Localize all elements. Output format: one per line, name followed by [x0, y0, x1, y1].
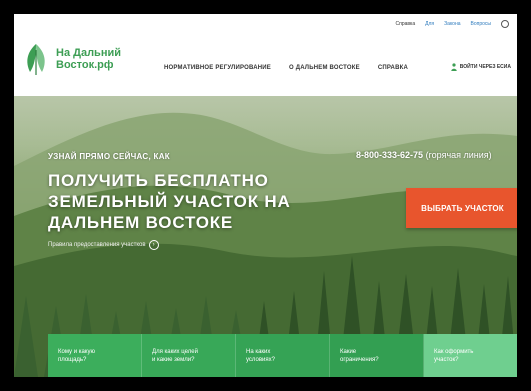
nav-item-regulation[interactable]: НОРМАТИВНОЕ РЕГУЛИРОВАНИЕ: [164, 65, 271, 71]
leaf-logo-icon: [27, 44, 45, 75]
utility-links: Справка Для Закона Вопросы: [396, 20, 509, 28]
utility-link-for[interactable]: Для: [425, 21, 434, 27]
logo-line-1: На Дальний: [56, 47, 121, 59]
login-label: ВОЙТИ ЧЕРЕЗ ЕСИА: [459, 64, 511, 70]
tab-label-line-1: Как оформить: [434, 349, 474, 355]
tab-label-line-2: ограничения?: [340, 357, 379, 363]
logo-text: На Дальний Восток.рф: [56, 47, 121, 71]
tab-label-line-2: условиях?: [246, 357, 275, 363]
main-nav: НОРМАТИВНОЕ РЕГУЛИРОВАНИЕ О ДАЛЬНЕМ ВОСТ…: [164, 65, 408, 71]
utility-link-law[interactable]: Закона: [444, 21, 460, 27]
tab-label-line-1: Для каких целей: [152, 349, 198, 355]
hero-subtitle-text: Правила предоставления участков: [48, 242, 146, 248]
info-tabs: Кому и какую площадь? Для каких целей и …: [48, 334, 517, 377]
hero-subtitle-link[interactable]: Правила предоставления участков ›: [48, 240, 159, 250]
info-icon: ›: [148, 240, 159, 250]
login-link[interactable]: ВОЙТИ ЧЕРЕЗ ЕСИА: [451, 63, 511, 71]
choose-plot-button[interactable]: ВЫБРАТЬ УЧАСТОК: [406, 188, 517, 228]
tab-label-line-1: На каких: [246, 349, 271, 355]
user-circle-icon[interactable]: [501, 20, 509, 28]
nav-item-about-far-east[interactable]: О ДАЛЬНЕМ ВОСТОКЕ: [289, 65, 360, 71]
phone-number: 8-800-333-62-75: [356, 150, 424, 160]
utility-link-help[interactable]: Справка: [396, 21, 416, 27]
tab-restrictions[interactable]: Какие ограничения?: [330, 334, 424, 377]
utility-bar: Справка Для Закона Вопросы: [14, 14, 517, 34]
screenshot-frame: Справка Для Закона Вопросы На Дальний Во…: [8, 8, 523, 383]
hero-banner: УЗНАЙ ПРЯМО СЕЙЧАС, КАК ПОЛУЧИТЬ БЕСПЛАТ…: [14, 96, 517, 377]
person-icon: [451, 63, 457, 71]
tab-label-line-2: площадь?: [58, 357, 87, 363]
hero-pre-title: УЗНАЙ ПРЯМО СЕЙЧАС, КАК: [48, 152, 170, 161]
nav-item-help[interactable]: СПРАВКА: [378, 65, 408, 71]
hotline-phone[interactable]: 8-800-333-62-75 (горячая линия): [356, 150, 492, 160]
tab-conditions[interactable]: На каких условиях?: [236, 334, 330, 377]
site-header: На Дальний Восток.рф НОРМАТИВНОЕ РЕГУЛИР…: [14, 34, 517, 96]
utility-link-questions[interactable]: Вопросы: [471, 21, 491, 27]
phone-note: (горячая линия): [425, 150, 492, 160]
tab-purposes-and-lands[interactable]: Для каких целей и какие земли?: [142, 334, 236, 377]
tab-label-line-2: и какие земли?: [152, 357, 195, 363]
tab-label-line-1: Какие: [340, 349, 357, 355]
tab-label-line-2: участок?: [434, 357, 459, 363]
tab-label-line-1: Кому и какую: [58, 349, 95, 355]
logo-line-2: Восток.рф: [56, 59, 114, 71]
tab-who-and-area[interactable]: Кому и какую площадь?: [48, 334, 142, 377]
web-page: Справка Для Закона Вопросы На Дальний Во…: [14, 14, 517, 377]
tab-how-to-register[interactable]: Как оформить участок?: [424, 334, 517, 377]
site-logo[interactable]: На Дальний Восток.рф: [22, 42, 121, 76]
hero-title: ПОЛУЧИТЬ БЕСПЛАТНО ЗЕМЕЛЬНЫЙ УЧАСТОК НА …: [48, 171, 291, 232]
